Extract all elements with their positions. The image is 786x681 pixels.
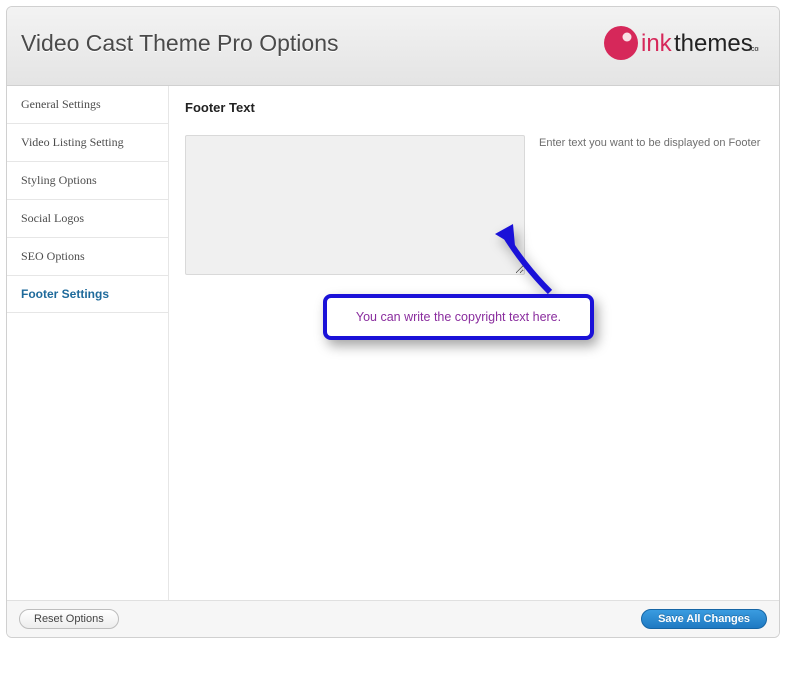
- options-panel: Video Cast Theme Pro Options ink themes …: [6, 6, 780, 638]
- sidebar: General Settings Video Listing Setting S…: [7, 86, 169, 600]
- sidebar-item-general-settings[interactable]: General Settings: [7, 86, 168, 124]
- annotation-callout: You can write the copyright text here.: [323, 294, 594, 340]
- sidebar-item-seo-options[interactable]: SEO Options: [7, 238, 168, 276]
- panel-footer: Reset Options Save All Changes: [7, 600, 779, 637]
- sidebar-item-footer-settings[interactable]: Footer Settings: [7, 276, 168, 313]
- brand-logo: ink themes .com: [601, 23, 759, 63]
- help-text: Enter text you want to be displayed on F…: [539, 135, 761, 149]
- panel-body: General Settings Video Listing Setting S…: [7, 86, 779, 600]
- footer-text-input[interactable]: [185, 135, 525, 275]
- content-area: Footer Text Enter text you want to be di…: [169, 86, 779, 600]
- sidebar-item-social-logos[interactable]: Social Logos: [7, 200, 168, 238]
- field-row: Enter text you want to be displayed on F…: [185, 135, 761, 275]
- sidebar-item-video-listing-setting[interactable]: Video Listing Setting: [7, 124, 168, 162]
- panel-header: Video Cast Theme Pro Options ink themes …: [7, 7, 779, 86]
- svg-text:themes: themes: [674, 30, 753, 57]
- reset-options-button[interactable]: Reset Options: [19, 609, 119, 629]
- page-title: Video Cast Theme Pro Options: [21, 30, 339, 57]
- annotation-text: You can write the copyright text here.: [356, 310, 561, 324]
- svg-text:ink: ink: [641, 30, 673, 57]
- inkthemes-logo-icon: ink themes .com: [601, 23, 759, 63]
- section-title: Footer Text: [185, 100, 761, 115]
- save-all-changes-button[interactable]: Save All Changes: [641, 609, 767, 629]
- svg-text:.com: .com: [749, 46, 759, 53]
- sidebar-item-styling-options[interactable]: Styling Options: [7, 162, 168, 200]
